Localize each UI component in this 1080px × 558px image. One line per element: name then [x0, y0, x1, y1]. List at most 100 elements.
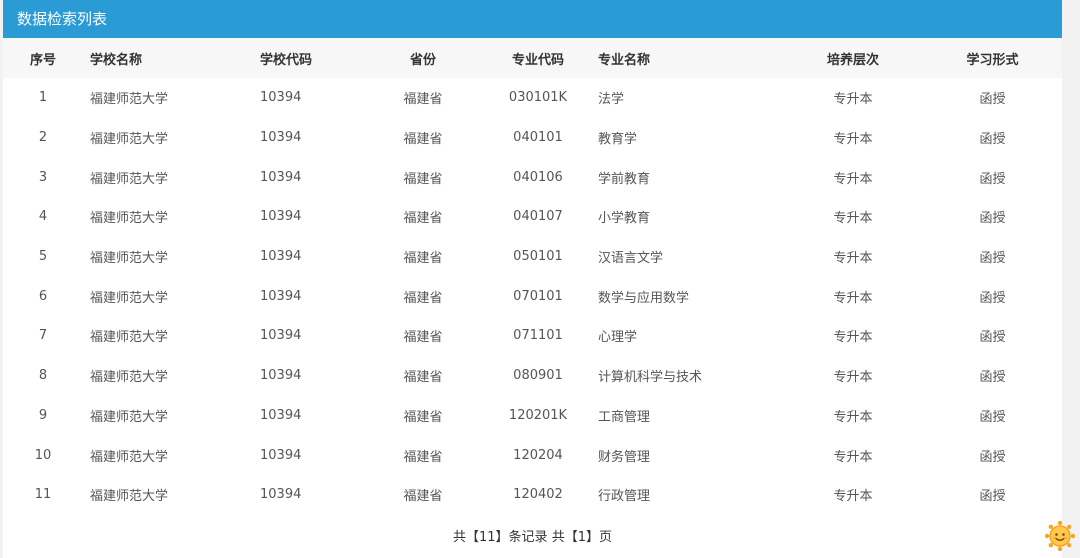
cell-row-index: 11 — [34, 487, 52, 503]
cell-school-code: 10394 — [260, 487, 302, 503]
cell-education-level: 专升本 — [833, 290, 873, 306]
cell-school-name: 福建师范大学 — [90, 211, 169, 227]
cell-major-name: 心理学 — [598, 330, 638, 346]
cell-province: 福建省 — [403, 370, 443, 386]
cell-province: 福建省 — [403, 92, 443, 108]
cell-study-form: 函授 — [979, 330, 1006, 346]
cell-school-code: 10394 — [260, 169, 302, 185]
col-header-province: 省份 — [353, 38, 493, 78]
cell-major-name: 小学教育 — [598, 211, 651, 227]
cell-school-name: 福建师范大学 — [90, 330, 169, 346]
cell-school-name: 福建师范大学 — [90, 370, 169, 386]
col-header-study-form: 学习形式 — [923, 38, 1062, 78]
table-row: 9 福建师范大学 10394 福建省 120201K 工商管理 专升本 函授 — [3, 396, 1062, 436]
cell-school-name: 福建师范大学 — [90, 171, 169, 187]
pagination-info: 共【11】条记录 共【1】页 — [453, 530, 612, 545]
cell-school-name: 福建师范大学 — [90, 132, 169, 148]
col-header-school-code: 学校代码 — [253, 38, 353, 78]
cell-major-code: 040107 — [513, 209, 563, 225]
cell-major-code: 050101 — [513, 249, 563, 265]
table-row: 8 福建师范大学 10394 福建省 080901 计算机科学与技术 专升本 函授 — [3, 356, 1062, 396]
cell-school-name: 福建师范大学 — [90, 449, 169, 465]
col-header-school-name: 学校名称 — [83, 38, 253, 78]
cell-major-code: 080901 — [513, 368, 563, 384]
table-row: 5 福建师范大学 10394 福建省 050101 汉语言文学 专升本 函授 — [3, 237, 1062, 277]
sun-face-icon[interactable] — [1044, 520, 1076, 552]
cell-major-name: 法学 — [598, 92, 625, 108]
cell-school-code: 10394 — [260, 130, 302, 146]
cell-study-form: 函授 — [979, 132, 1006, 148]
cell-school-code: 10394 — [260, 249, 302, 265]
cell-row-index: 8 — [38, 368, 48, 384]
cell-school-name: 福建师范大学 — [90, 290, 169, 306]
cell-school-code: 10394 — [260, 328, 302, 344]
cell-education-level: 专升本 — [833, 251, 873, 267]
cell-major-code: 030101K — [508, 90, 568, 106]
cell-row-index: 5 — [38, 249, 48, 265]
cell-major-name: 学前教育 — [598, 171, 651, 187]
cell-province: 福建省 — [403, 251, 443, 267]
cell-study-form: 函授 — [979, 370, 1006, 386]
cell-province: 福建省 — [403, 132, 443, 148]
cell-major-code: 120204 — [513, 447, 563, 463]
cell-row-index: 1 — [38, 90, 48, 106]
cell-study-form: 函授 — [979, 171, 1006, 187]
cell-row-index: 2 — [38, 130, 48, 146]
cell-province: 福建省 — [403, 330, 443, 346]
cell-study-form: 函授 — [979, 489, 1006, 505]
cell-education-level: 专升本 — [833, 489, 873, 505]
cell-education-level: 专升本 — [833, 132, 873, 148]
cell-school-code: 10394 — [260, 209, 302, 225]
cell-row-index: 9 — [38, 407, 48, 423]
scrollbar-track[interactable] — [1062, 0, 1080, 558]
cell-study-form: 函授 — [979, 409, 1006, 425]
cell-major-name: 财务管理 — [598, 449, 651, 465]
cell-major-name: 工商管理 — [598, 409, 651, 425]
cell-study-form: 函授 — [979, 251, 1006, 267]
cell-school-code: 10394 — [260, 368, 302, 384]
cell-major-name: 行政管理 — [598, 489, 651, 505]
cell-major-code: 071101 — [513, 328, 563, 344]
cell-major-code: 070101 — [513, 288, 563, 304]
cell-major-name: 计算机科学与技术 — [598, 370, 703, 386]
cell-education-level: 专升本 — [833, 449, 873, 465]
table-header-row: 序号 学校名称 学校代码 省份 专业代码 专业名称 培养层次 学习形式 — [3, 38, 1062, 78]
cell-school-name: 福建师范大学 — [90, 92, 169, 108]
cell-major-code: 120201K — [508, 407, 568, 423]
cell-study-form: 函授 — [979, 449, 1006, 465]
cell-school-code: 10394 — [260, 447, 302, 463]
cell-education-level: 专升本 — [833, 330, 873, 346]
cell-row-index: 3 — [38, 169, 48, 185]
table-row: 7 福建师范大学 10394 福建省 071101 心理学 专升本 函授 — [3, 316, 1062, 356]
cell-major-name: 汉语言文学 — [598, 251, 664, 267]
cell-major-code: 040106 — [513, 169, 563, 185]
cell-row-index: 4 — [38, 209, 48, 225]
results-table: 序号 学校名称 学校代码 省份 专业代码 专业名称 培养层次 学习形式 1 福建师… — [3, 38, 1062, 515]
cell-education-level: 专升本 — [833, 92, 873, 108]
cell-education-level: 专升本 — [833, 171, 873, 187]
cell-row-index: 6 — [38, 288, 48, 304]
table-row: 3 福建师范大学 10394 福建省 040106 学前教育 专升本 函授 — [3, 157, 1062, 197]
cell-education-level: 专升本 — [833, 211, 873, 227]
cell-school-code: 10394 — [260, 90, 302, 106]
cell-study-form: 函授 — [979, 92, 1006, 108]
cell-education-level: 专升本 — [833, 370, 873, 386]
cell-major-name: 数学与应用数学 — [598, 290, 690, 306]
col-header-major-code: 专业代码 — [493, 38, 583, 78]
cell-major-code: 120402 — [513, 487, 563, 503]
col-header-index: 序号 — [3, 38, 83, 78]
cell-study-form: 函授 — [979, 211, 1006, 227]
col-header-level: 培养层次 — [783, 38, 923, 78]
cell-school-code: 10394 — [260, 407, 302, 423]
cell-major-name: 教育学 — [598, 132, 638, 148]
cell-row-index: 7 — [38, 328, 48, 344]
cell-school-name: 福建师范大学 — [90, 489, 169, 505]
cell-school-name: 福建师范大学 — [90, 409, 169, 425]
data-search-panel: 数据检索列表 序号 学校名称 学校代码 省份 专业代码 专业名称 培养层次 学习… — [3, 0, 1062, 558]
col-header-major-name: 专业名称 — [583, 38, 783, 78]
cell-study-form: 函授 — [979, 290, 1006, 306]
panel-title: 数据检索列表 — [3, 0, 1062, 38]
table-row: 6 福建师范大学 10394 福建省 070101 数学与应用数学 专升本 函授 — [3, 276, 1062, 316]
cell-province: 福建省 — [403, 489, 443, 505]
table-row: 11 福建师范大学 10394 福建省 120402 行政管理 专升本 函授 — [3, 475, 1062, 515]
